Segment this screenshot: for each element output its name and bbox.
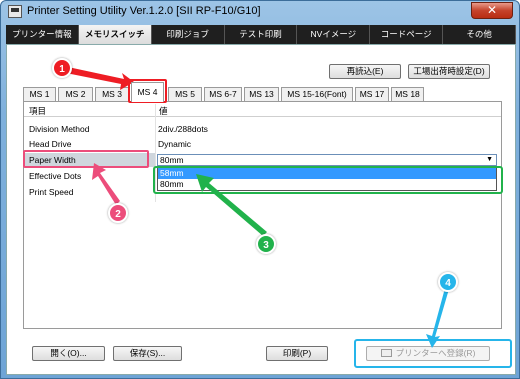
step-4-badge: 4 bbox=[438, 272, 458, 292]
main-tab-bar: プリンター情報 メモリスイッチ 印刷ジョブ テスト印刷 NVイメージ コードペー… bbox=[6, 25, 517, 44]
open-button[interactable]: 開く(O)... bbox=[32, 346, 105, 361]
header-value: 値 bbox=[159, 106, 168, 116]
title-bar[interactable]: Printer Setting Utility Ver.1.2.0 [SII R… bbox=[1, 1, 519, 23]
chevron-down-icon[interactable]: ▼ bbox=[486, 156, 493, 163]
ms-tab-13[interactable]: MS 13 bbox=[244, 87, 279, 101]
tab-nv-image[interactable]: NVイメージ bbox=[297, 25, 371, 44]
print-button[interactable]: 印刷(P) bbox=[266, 346, 328, 361]
ms-tab-18[interactable]: MS 18 bbox=[391, 87, 424, 101]
ms-tab-4[interactable]: MS 4 bbox=[131, 82, 164, 102]
tab-other[interactable]: その他 bbox=[443, 25, 517, 44]
tab-memory-switch[interactable]: メモリスイッチ bbox=[78, 25, 152, 44]
step3-highlight bbox=[153, 166, 503, 194]
ms-tab-2[interactable]: MS 2 bbox=[58, 87, 93, 101]
step-1-badge: 1 bbox=[52, 58, 72, 78]
step-3-badge: 3 bbox=[256, 234, 276, 254]
header-item: 項目 bbox=[29, 106, 47, 116]
step-2-badge: 2 bbox=[108, 203, 128, 223]
ms-tab-15-16-font[interactable]: MS 15-16(Font) bbox=[281, 87, 353, 101]
grid-header: 項目 値 bbox=[24, 104, 501, 117]
ms-tab-1[interactable]: MS 1 bbox=[23, 87, 56, 101]
reload-button[interactable]: 再読込(E) bbox=[329, 64, 401, 79]
row-value-head-drive[interactable]: Dynamic bbox=[158, 139, 191, 149]
row-value-division-method[interactable]: 2div./288dots bbox=[158, 124, 208, 134]
tab-code-page[interactable]: コードページ bbox=[370, 25, 444, 44]
ms-tab-3[interactable]: MS 3 bbox=[95, 87, 129, 101]
close-button[interactable]: ✕ bbox=[471, 2, 513, 19]
settings-grid-panel bbox=[23, 101, 502, 329]
window-title: Printer Setting Utility Ver.1.2.0 [SII R… bbox=[27, 5, 261, 17]
row-label-print-speed[interactable]: Print Speed bbox=[29, 187, 73, 197]
ms-tab-17[interactable]: MS 17 bbox=[355, 87, 389, 101]
ms-tab-5[interactable]: MS 5 bbox=[168, 87, 202, 101]
paper-width-value: 80mm bbox=[160, 155, 184, 165]
paper-width-select[interactable]: 80mm ▼ bbox=[157, 154, 497, 166]
row-label-division-method[interactable]: Division Method bbox=[29, 124, 89, 134]
printer-app-icon bbox=[8, 5, 22, 18]
step2-highlight bbox=[23, 150, 149, 168]
row-label-effective-dots[interactable]: Effective Dots bbox=[29, 171, 81, 181]
step4-highlight bbox=[354, 339, 512, 368]
factory-default-button[interactable]: 工場出荷時設定(D) bbox=[408, 64, 490, 79]
tab-test-print[interactable]: テスト印刷 bbox=[225, 25, 298, 44]
ms-tab-6-7[interactable]: MS 6-7 bbox=[204, 87, 242, 101]
save-button[interactable]: 保存(S)... bbox=[113, 346, 182, 361]
row-label-head-drive[interactable]: Head Drive bbox=[29, 139, 72, 149]
tab-printer-info[interactable]: プリンター情報 bbox=[6, 25, 79, 44]
tab-print-job[interactable]: 印刷ジョブ bbox=[152, 25, 225, 44]
